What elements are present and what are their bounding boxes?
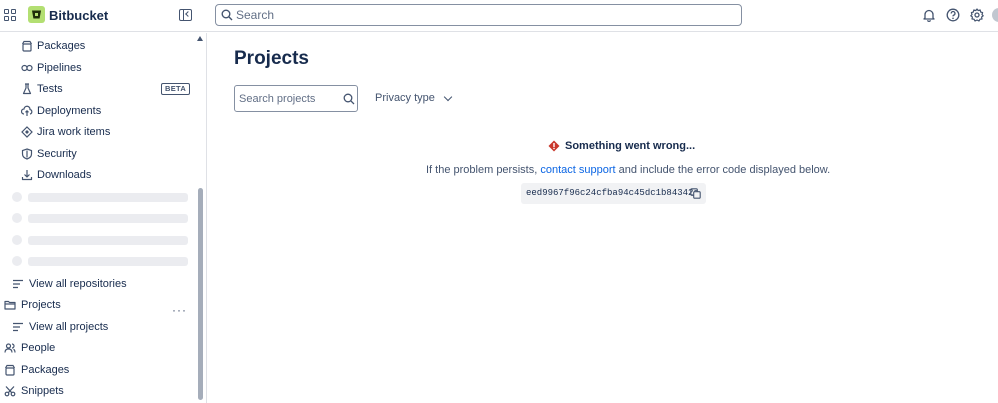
- search-icon[interactable]: [343, 93, 355, 105]
- sidebar-item-snippets[interactable]: Snippets: [0, 381, 195, 401]
- collapse-sidebar-icon[interactable]: [179, 9, 192, 21]
- list-icon: [13, 279, 23, 289]
- user-avatar[interactable]: [992, 8, 998, 22]
- copy-icon[interactable]: [690, 188, 701, 199]
- sidebar-item-label: People: [21, 342, 56, 354]
- scroll-up-arrow-icon[interactable]: [197, 36, 203, 41]
- view-all-projects-label: View all projects: [29, 321, 109, 333]
- error-heading: Something went wrong...: [548, 140, 695, 152]
- sidebar-item-security[interactable]: Security: [0, 144, 195, 164]
- folder-icon: [4, 300, 16, 310]
- sidebar-item-jira-work-items[interactable]: Jira work items: [0, 122, 195, 142]
- sidebar-item-pipelines[interactable]: Pipelines: [0, 58, 195, 78]
- sidebar-item-people[interactable]: People: [0, 338, 195, 358]
- sidebar-item-projects[interactable]: Projects: [0, 295, 195, 315]
- pipelines-icon: [21, 64, 33, 72]
- sidebar-item-label: Jira work items: [37, 126, 111, 138]
- error-message: If the problem persists, contact support…: [426, 164, 830, 176]
- sidebar-item-label: Deployments: [37, 105, 102, 117]
- jira-icon: [21, 126, 33, 138]
- loading-skeleton-row: [12, 192, 190, 202]
- sidebar: Packages Pipelines Tests BETA Deployment…: [0, 33, 207, 403]
- sidebar-item-label: Tests: [37, 83, 63, 95]
- privacy-type-label: Privacy type: [375, 92, 435, 104]
- bitbucket-logo-icon[interactable]: [28, 6, 45, 23]
- error-code: eed9967f96c24cfba94c45dc1b84342a: [526, 188, 699, 198]
- sidebar-item-label: Downloads: [37, 169, 92, 181]
- package-icon: [21, 40, 33, 52]
- loading-skeleton-row: [12, 235, 190, 245]
- error-message-suffix: and include the error code displayed bel…: [615, 164, 831, 176]
- sidebar-item-label: Packages: [21, 364, 70, 376]
- help-icon[interactable]: [946, 8, 960, 22]
- sidebar-scrollbar[interactable]: [198, 188, 203, 400]
- global-search[interactable]: [215, 4, 742, 26]
- error-title: Something went wrong...: [565, 140, 696, 152]
- sidebar-item-label: Security: [37, 148, 77, 160]
- view-all-repositories-label: View all repositories: [29, 278, 127, 290]
- error-message-prefix: If the problem persists,: [426, 164, 541, 176]
- cloud-upload-icon: [21, 105, 33, 116]
- chevron-down-icon: [443, 92, 453, 101]
- download-icon: [21, 170, 33, 181]
- error-code-box: eed9967f96c24cfba94c45dc1b84342a: [521, 183, 706, 204]
- sidebar-item-deployments[interactable]: Deployments: [0, 101, 195, 121]
- sidebar-item-label: Snippets: [21, 385, 64, 397]
- sidebar-item-packages[interactable]: Packages: [0, 36, 195, 56]
- loading-skeleton-row: [12, 256, 190, 266]
- global-search-input[interactable]: [236, 7, 716, 23]
- settings-gear-icon[interactable]: [970, 8, 984, 22]
- notifications-bell-icon[interactable]: [922, 8, 936, 22]
- view-all-repositories-link[interactable]: View all repositories: [0, 274, 195, 294]
- people-icon: [4, 343, 16, 353]
- sidebar-item-label: Projects: [21, 299, 61, 311]
- shield-icon: [21, 148, 33, 160]
- top-navigation-bar: Bitbucket: [0, 0, 998, 32]
- error-icon: [548, 140, 560, 152]
- view-all-projects-link[interactable]: View all projects: [0, 317, 195, 337]
- search-projects-input[interactable]: [239, 92, 339, 106]
- search-icon: [221, 9, 233, 21]
- scissors-icon: [4, 386, 16, 397]
- beta-badge: BETA: [161, 83, 191, 95]
- page-title: Projects: [234, 48, 309, 69]
- more-options-icon[interactable]: ···: [172, 303, 187, 317]
- sidebar-item-downloads[interactable]: Downloads: [0, 165, 195, 185]
- sidebar-item-packages-global[interactable]: Packages: [0, 360, 195, 380]
- list-icon: [13, 322, 23, 332]
- flask-icon: [22, 83, 32, 95]
- contact-support-link[interactable]: contact support: [540, 164, 615, 176]
- app-switcher-icon[interactable]: [4, 9, 16, 21]
- privacy-type-dropdown[interactable]: Privacy type: [375, 92, 453, 104]
- package-icon: [4, 364, 16, 376]
- sidebar-item-label: Pipelines: [37, 62, 82, 74]
- loading-skeleton-row: [12, 213, 190, 223]
- product-name[interactable]: Bitbucket: [49, 8, 108, 23]
- search-projects-field[interactable]: [234, 85, 358, 112]
- sidebar-item-label: Packages: [37, 40, 86, 52]
